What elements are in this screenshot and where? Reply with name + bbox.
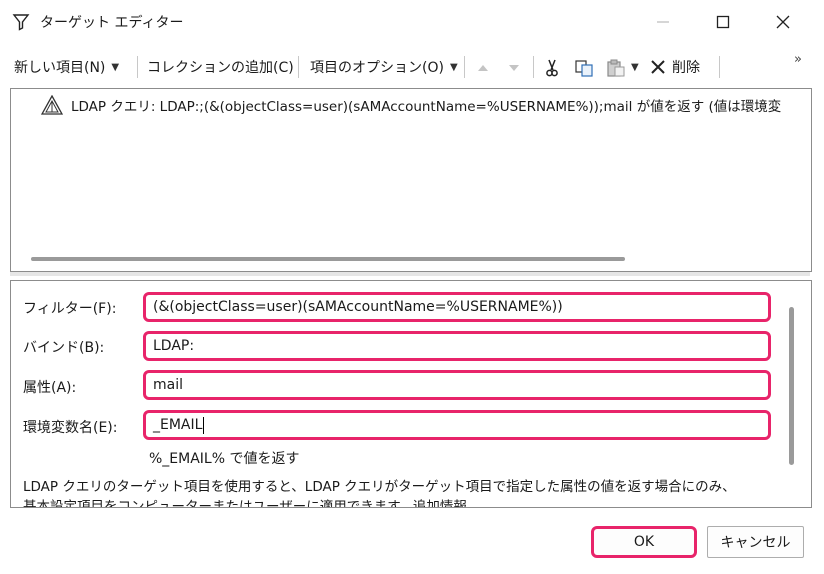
ok-button[interactable]: OK: [591, 526, 697, 558]
toolbar-overflow-button[interactable]: »: [794, 40, 802, 78]
toolbar-divider: [298, 56, 299, 78]
toolbar-divider: [137, 56, 138, 78]
env-var-field[interactable]: _EMAIL: [143, 410, 771, 440]
result-text: %_EMAIL% で値を返す: [149, 451, 300, 467]
delete-x-icon: [651, 60, 665, 74]
horizontal-scrollbar[interactable]: [31, 257, 625, 261]
description-line: 基本設定項目をコンピューターまたはユーザーに適用できます。追加情報: [23, 499, 467, 508]
toolbar-divider: [533, 56, 534, 78]
title-bar: ターゲット エディター: [0, 0, 824, 44]
toolbar-divider: [719, 56, 720, 78]
filter-funnel-icon: [12, 14, 30, 31]
filter-value: (&(objectClass=user)(sAMAccountName=%USE…: [153, 299, 563, 315]
toolbar: 新しい項目(N) ▼ コレクションの追加(C) 項目のオプション(O) ▼ ▼ …: [0, 48, 824, 86]
vertical-scrollbar[interactable]: [789, 307, 794, 465]
bind-label: バインド(B):: [23, 340, 105, 356]
window-title: ターゲット エディター: [40, 15, 184, 31]
item-options-dropdown[interactable]: 項目のオプション(O) ▼: [310, 48, 458, 86]
panel-splitter[interactable]: [10, 272, 810, 276]
cut-icon: [546, 59, 558, 77]
minimize-icon: [657, 21, 669, 23]
minimize-button[interactable]: [640, 4, 686, 40]
env-var-value: _EMAIL: [153, 417, 203, 433]
attribute-field[interactable]: mail: [143, 370, 771, 400]
copy-button[interactable]: [573, 57, 595, 79]
move-down-button[interactable]: [503, 57, 525, 79]
up-arrow-icon: [478, 65, 488, 71]
add-collection-label: コレクションの追加(C): [147, 60, 294, 76]
new-item-label: 新しい項目(N): [14, 60, 106, 76]
bind-value: LDAP:: [153, 338, 195, 354]
paste-button[interactable]: [605, 57, 627, 79]
cut-button[interactable]: [541, 57, 563, 79]
cancel-button[interactable]: キャンセル: [707, 526, 804, 558]
close-icon: [776, 15, 790, 29]
chevron-down-icon: ▼: [111, 61, 120, 73]
item-options-label: 項目のオプション(O): [310, 60, 444, 76]
list-item[interactable]: LDAP クエリ: LDAP:;(&(objectClass=user)(sAM…: [41, 94, 781, 116]
description-line: LDAP クエリのターゲット項目を使用すると、LDAP クエリがターゲット項目で…: [23, 479, 736, 495]
delete-button[interactable]: 削除: [650, 48, 700, 86]
ldap-query-icon: [41, 95, 63, 115]
target-items-list[interactable]: LDAP クエリ: LDAP:;(&(objectClass=user)(sAM…: [10, 88, 812, 272]
description-text: LDAP クエリのターゲット項目を使用すると、LDAP クエリがターゲット項目で…: [23, 477, 783, 508]
chevron-down-icon: ▼: [449, 61, 458, 73]
add-collection-button[interactable]: コレクションの追加(C): [147, 48, 294, 86]
attribute-value: mail: [153, 377, 183, 393]
text-cursor: [203, 416, 205, 434]
filter-label: フィルター(F):: [23, 301, 117, 317]
close-button[interactable]: [760, 4, 806, 40]
move-up-button[interactable]: [472, 57, 494, 79]
maximize-icon: [716, 15, 730, 29]
list-item-text: LDAP クエリ: LDAP:;(&(objectClass=user)(sAM…: [71, 99, 782, 115]
attribute-label: 属性(A):: [23, 380, 77, 396]
delete-label: 削除: [672, 60, 700, 76]
filter-field[interactable]: (&(objectClass=user)(sAMAccountName=%USE…: [143, 292, 771, 322]
bind-field[interactable]: LDAP:: [143, 331, 771, 361]
properties-panel: フィルター(F): (&(objectClass=user)(sAMAccoun…: [10, 280, 812, 508]
maximize-button[interactable]: [700, 4, 746, 40]
copy-icon: [575, 60, 593, 77]
chevron-down-icon: ▼: [631, 61, 639, 73]
down-arrow-icon: [509, 65, 519, 71]
env-var-label: 環境変数名(E):: [23, 420, 118, 436]
new-item-dropdown[interactable]: 新しい項目(N) ▼: [14, 48, 119, 86]
paste-icon: [607, 59, 625, 77]
toolbar-divider: [464, 56, 465, 78]
paste-dropdown[interactable]: ▼: [631, 48, 639, 86]
